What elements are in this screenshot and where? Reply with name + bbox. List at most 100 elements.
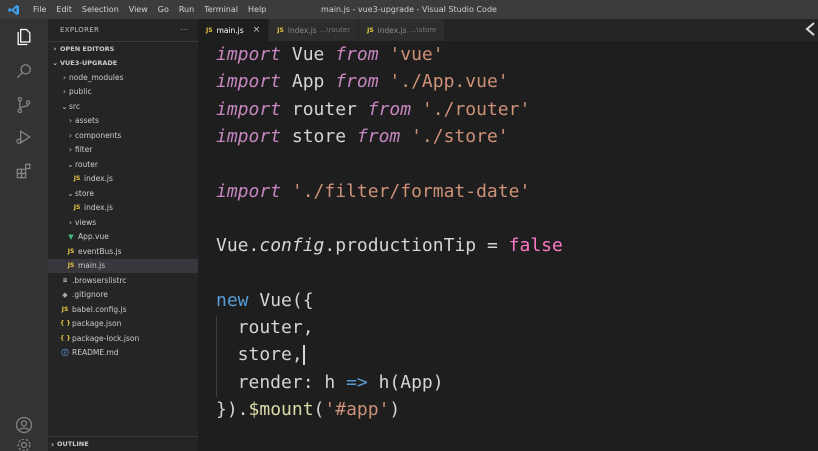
- menu-item-view[interactable]: View: [124, 5, 153, 14]
- code-token: : h: [302, 371, 347, 393]
- open-editors-section[interactable]: › OPEN EDITORS: [48, 41, 198, 56]
- tree-item-label: index.js: [84, 203, 113, 213]
- code-token: $mount: [248, 398, 314, 420]
- code-token: import: [216, 125, 282, 147]
- code-line: store,: [216, 341, 305, 368]
- js-file-icon: JS: [206, 26, 213, 34]
- code-token: router: [281, 98, 368, 120]
- tree-item-label: filter: [75, 145, 93, 155]
- menu-item-file[interactable]: File: [28, 5, 51, 14]
- code-line: new Vue({: [216, 287, 314, 314]
- tree-item[interactable]: ▼ App.vue: [48, 230, 198, 245]
- code-token: }).: [216, 398, 249, 420]
- menu-item-go[interactable]: Go: [153, 5, 174, 14]
- tree-item-label: .gitignore: [72, 290, 108, 300]
- code-line: import './filter/format-date': [216, 178, 530, 205]
- tree-item-label: package-lock.json: [72, 333, 140, 343]
- close-icon[interactable]: ×: [253, 25, 261, 35]
- js-file-icon: JS: [67, 262, 75, 270]
- tree-item-label: components: [75, 130, 122, 140]
- split-editor-icon[interactable]: [804, 22, 818, 36]
- editor-tab[interactable]: JS index.js ...\router: [269, 19, 360, 41]
- tab-label: index.js: [377, 25, 407, 35]
- js-file-icon: JS: [73, 204, 81, 212]
- code-editor[interactable]: import Vue from 'vue' import App from './…: [198, 41, 818, 451]
- tree-item[interactable]: › assets: [48, 114, 198, 129]
- menu-item-edit[interactable]: Edit: [51, 5, 77, 14]
- code-token: new: [216, 289, 260, 311]
- menu-item-help[interactable]: Help: [243, 5, 271, 14]
- code-token: productionTip: [335, 235, 477, 257]
- js-file-icon: JS: [277, 26, 284, 34]
- code-line: import Vue from 'vue': [216, 41, 444, 68]
- code-token: './router': [411, 98, 531, 120]
- info-file-icon: ⓘ: [61, 348, 69, 357]
- more-actions-icon[interactable]: ···: [180, 26, 188, 34]
- project-label: VUE3-UPGRADE: [60, 59, 118, 67]
- tree-item[interactable]: › public: [48, 85, 198, 100]
- code-line: }).$mount('#app'): [216, 396, 400, 423]
- tree-item-label: router: [75, 159, 98, 169]
- tree-item[interactable]: { } package-lock.json: [48, 331, 198, 346]
- tree-item[interactable]: JS index.js: [48, 172, 198, 187]
- tree-item[interactable]: JS babel.config.js: [48, 302, 198, 317]
- run-debug-icon[interactable]: [12, 125, 36, 149]
- explorer-sidebar: EXPLORER ··· › OPEN EDITORS ⌄ VUE3-UPGRA…: [48, 19, 198, 451]
- code-token: render: [216, 371, 303, 393]
- tree-item-label: eventBus.js: [78, 246, 122, 256]
- editor-tab[interactable]: JS index.js ...\store: [359, 19, 446, 41]
- vscode-logo-icon: [0, 0, 28, 19]
- js-file-icon: JS: [367, 26, 374, 34]
- tree-item[interactable]: JS main.js: [48, 258, 198, 273]
- tree-item[interactable]: JS eventBus.js: [48, 244, 198, 259]
- tree-item[interactable]: ⌄ router: [48, 157, 198, 172]
- source-control-icon[interactable]: [12, 93, 36, 117]
- tree-item-label: .browserslistrc: [72, 275, 127, 285]
- account-icon[interactable]: [12, 413, 36, 437]
- tree-item[interactable]: ⌄ src: [48, 99, 198, 114]
- tree-item[interactable]: › views: [48, 215, 198, 230]
- tab-description: ...\store: [409, 26, 437, 34]
- outline-section[interactable]: › OUTLINE: [48, 436, 198, 451]
- project-section[interactable]: ⌄ VUE3-UPGRADE: [48, 56, 198, 70]
- editor-tab[interactable]: JS main.js ×: [198, 19, 270, 41]
- tree-item[interactable]: ≡ .browserslistrc: [48, 273, 198, 288]
- settings-icon[interactable]: [12, 439, 36, 451]
- chevron-right-icon: ›: [68, 116, 73, 126]
- chevron-down-icon: ⌄: [52, 59, 58, 67]
- chevron-right-icon: ›: [68, 130, 73, 140]
- code-token: (: [313, 398, 325, 420]
- files-icon[interactable]: [12, 25, 36, 49]
- code-token: ): [389, 398, 401, 420]
- tree-item[interactable]: ◆ .gitignore: [48, 288, 198, 303]
- chevron-right-icon: ›: [50, 439, 55, 449]
- explorer-header: EXPLORER ···: [48, 19, 198, 41]
- menu-item-terminal[interactable]: Terminal: [199, 5, 243, 14]
- search-icon[interactable]: [12, 59, 36, 83]
- js-file-icon: JS: [73, 175, 81, 183]
- tree-item[interactable]: ⌄ store: [48, 186, 198, 201]
- tree-item[interactable]: JS index.js: [48, 201, 198, 216]
- code-line: router,: [216, 314, 314, 341]
- extensions-icon[interactable]: [12, 159, 36, 183]
- tree-item[interactable]: › node_modules: [48, 70, 198, 85]
- tree-item-label: README.md: [72, 348, 119, 358]
- code-token: config: [259, 235, 325, 257]
- tree-item-label: src: [69, 101, 80, 111]
- tree-item[interactable]: ⓘ README.md: [48, 346, 198, 361]
- code-token: from: [367, 98, 412, 120]
- tree-item[interactable]: › filter: [48, 143, 198, 158]
- code-token: =: [476, 235, 509, 257]
- tab-label: main.js: [216, 25, 244, 35]
- chevron-down-icon: ⌄: [67, 159, 74, 169]
- tree-item[interactable]: { } package.json: [48, 317, 198, 332]
- code-token: App: [281, 71, 336, 93]
- code-token: import: [216, 44, 282, 65]
- tree-item-label: store: [75, 188, 94, 198]
- tree-item[interactable]: › components: [48, 128, 198, 143]
- js-file-icon: JS: [61, 305, 69, 313]
- chevron-right-icon: ›: [68, 145, 73, 155]
- menu-item-selection[interactable]: Selection: [77, 5, 124, 14]
- code-token: './store': [400, 125, 509, 147]
- menu-item-run[interactable]: Run: [174, 5, 199, 14]
